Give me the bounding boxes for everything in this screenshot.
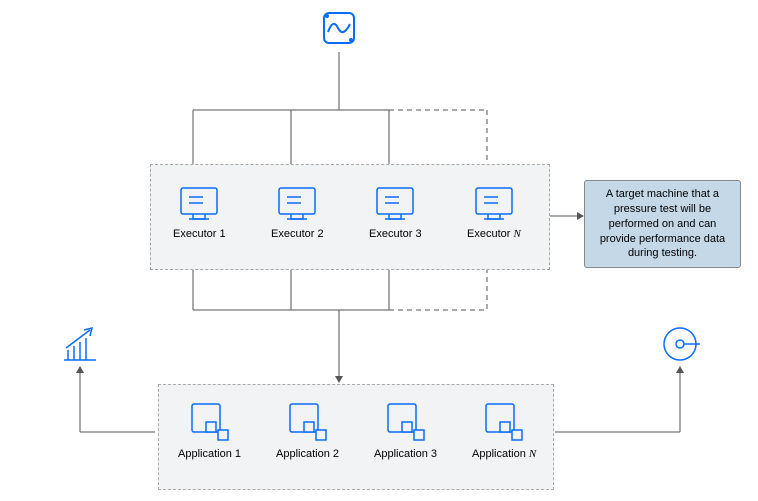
application-label: Application N bbox=[472, 448, 536, 460]
monitor-icon bbox=[474, 186, 514, 222]
executor-label: Executor 2 bbox=[271, 228, 324, 240]
application-label: Application 2 bbox=[276, 448, 339, 460]
executor-n: Executor N bbox=[467, 186, 521, 240]
app-icon bbox=[484, 402, 524, 442]
monitor-icon bbox=[375, 186, 415, 222]
application-2: Application 2 bbox=[276, 402, 339, 460]
executor-2: Executor 2 bbox=[271, 186, 324, 240]
arrow bbox=[577, 212, 584, 220]
arrow bbox=[335, 376, 343, 383]
app-icon bbox=[190, 402, 230, 442]
executor-1: Executor 1 bbox=[173, 186, 226, 240]
arrow bbox=[676, 366, 684, 373]
app-icon bbox=[386, 402, 426, 442]
executor-label: Executor 3 bbox=[369, 228, 422, 240]
architecture-diagram: Executor 1 Executor 2 Executor 3 bbox=[0, 0, 758, 501]
monitor-icon bbox=[277, 186, 317, 222]
executor-label: Executor N bbox=[467, 228, 521, 240]
executor-3: Executor 3 bbox=[369, 186, 422, 240]
arrow bbox=[76, 366, 84, 373]
monitor-icon bbox=[179, 186, 219, 222]
application-n: Application N bbox=[472, 402, 536, 460]
gauge-icon bbox=[660, 324, 700, 364]
application-1: Application 1 bbox=[178, 402, 241, 460]
executor-callout: A target machine that a pressure test wi… bbox=[584, 180, 741, 268]
app-icon bbox=[288, 402, 328, 442]
metrics-icon bbox=[60, 324, 100, 364]
monitoring-icon bbox=[660, 324, 700, 364]
application-3: Application 3 bbox=[374, 402, 437, 460]
executor-label: Executor 1 bbox=[173, 228, 226, 240]
waveform-chip-icon bbox=[319, 8, 359, 48]
application-label: Application 3 bbox=[374, 448, 437, 460]
application-label: Application 1 bbox=[178, 448, 241, 460]
growth-chart-icon bbox=[60, 324, 100, 364]
controller-icon bbox=[319, 8, 359, 48]
